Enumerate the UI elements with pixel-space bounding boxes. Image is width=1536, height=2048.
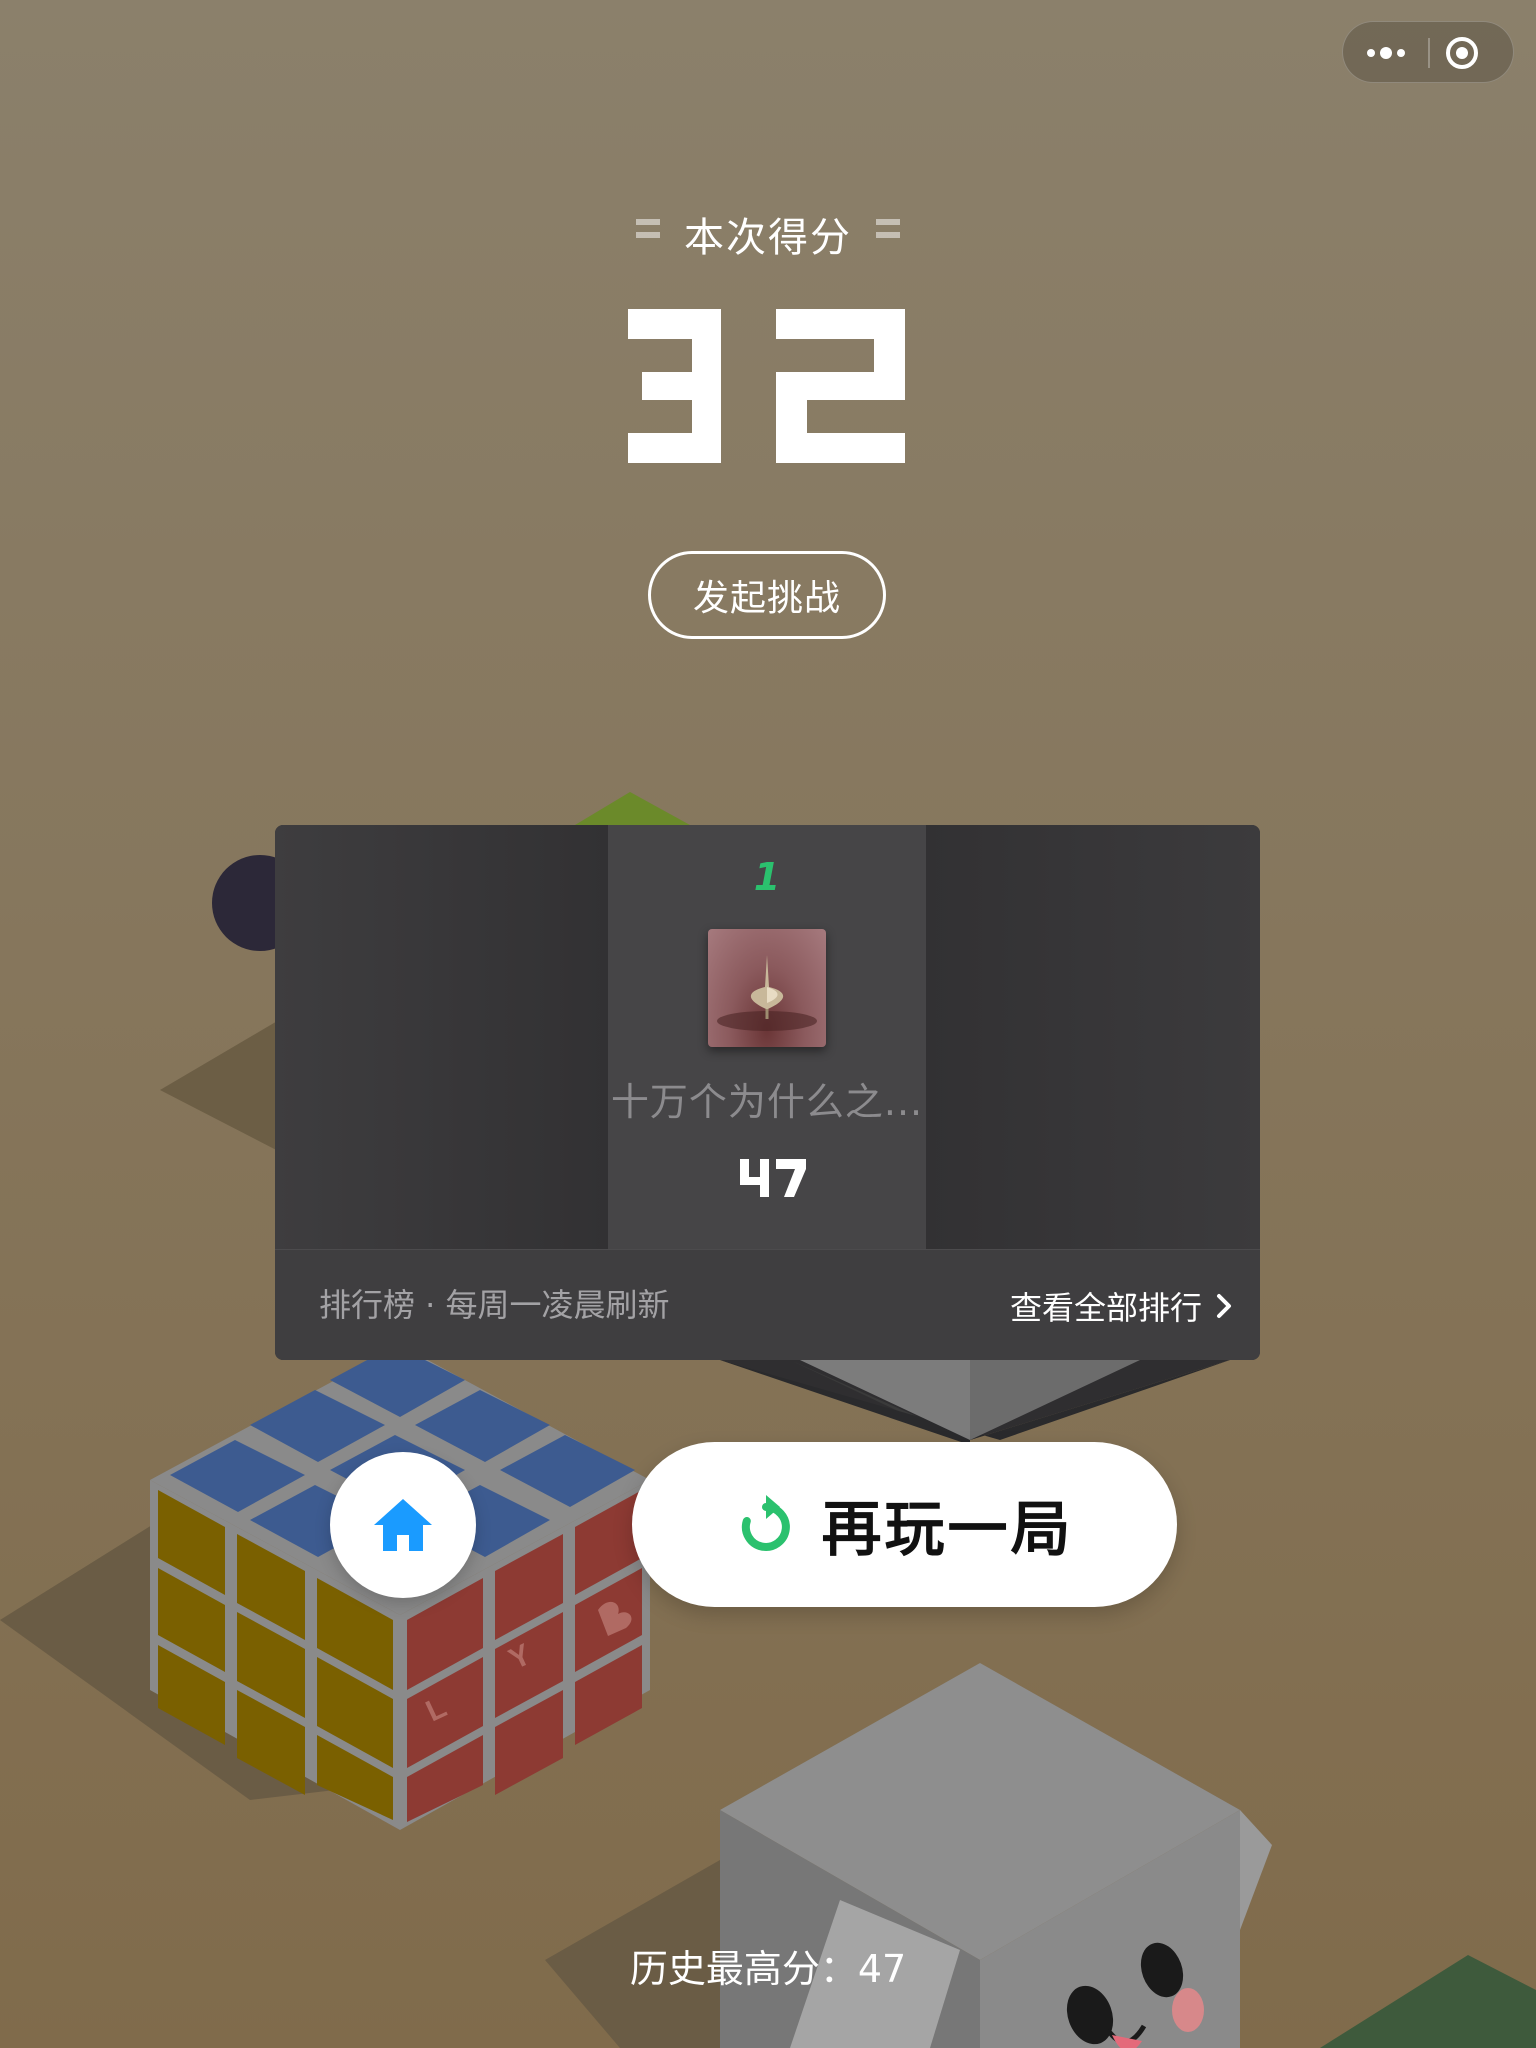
leaderboard-entry[interactable]: 1 十万个为什么之... 47 <box>608 825 926 1249</box>
replay-label: 再玩一局 <box>821 1495 1074 1565</box>
double-bar-right-icon <box>876 219 900 239</box>
leaderboard-slot-empty-left <box>275 825 608 1249</box>
player-name: 十万个为什么之... <box>610 1080 924 1124</box>
home-icon <box>374 1499 432 1551</box>
target-circle-icon[interactable] <box>1444 35 1480 71</box>
score-label: 本次得分 <box>684 215 852 261</box>
chevron-right-icon <box>1217 1293 1231 1318</box>
current-score: 32 <box>620 305 905 463</box>
leaderboard-card: 1 十万个为什么之... 47 排行榜 · 每周一凌晨刷新 查看全部排行 <box>275 825 1260 1360</box>
home-button[interactable] <box>330 1452 476 1598</box>
replay-icon <box>741 1494 790 1551</box>
more-dots-icon[interactable] <box>1363 37 1409 69</box>
score-label-row: 本次得分 <box>0 205 1536 263</box>
view-all-rankings-label: 查看全部排行 <box>1009 1288 1202 1327</box>
mini-program-capsule <box>1342 21 1514 83</box>
capsule-divider <box>1428 38 1430 68</box>
game-screen: L Y 本次得分 32 发起挑战 1 十万个为什么之... 47 排行榜 · 每… <box>0 0 1536 2048</box>
rank-number: 1 <box>753 855 781 899</box>
replay-button[interactable]: 再玩一局 <box>632 1442 1177 1607</box>
leaderboard-refresh-note: 排行榜 · 每周一凌晨刷新 <box>319 1286 670 1324</box>
spinning-top-photo <box>717 955 817 1031</box>
leaderboard-footer: 排行榜 · 每周一凌晨刷新 查看全部排行 <box>275 1249 1260 1360</box>
player-score: 47 <box>738 1157 806 1197</box>
best-score: 历史最高分：47 <box>629 1947 907 1991</box>
score-label-container: 本次得分 <box>636 205 900 263</box>
player-score-text: 47 <box>738 1157 740 1158</box>
view-all-rankings-link[interactable]: 查看全部排行 <box>1010 1250 1234 1360</box>
double-bar-left-icon <box>636 219 660 239</box>
leaderboard-slot-empty-right <box>926 825 1260 1249</box>
challenge-button[interactable]: 发起挑战 <box>648 551 886 639</box>
avatar <box>708 929 826 1047</box>
current-score-text: 32 <box>620 305 622 306</box>
